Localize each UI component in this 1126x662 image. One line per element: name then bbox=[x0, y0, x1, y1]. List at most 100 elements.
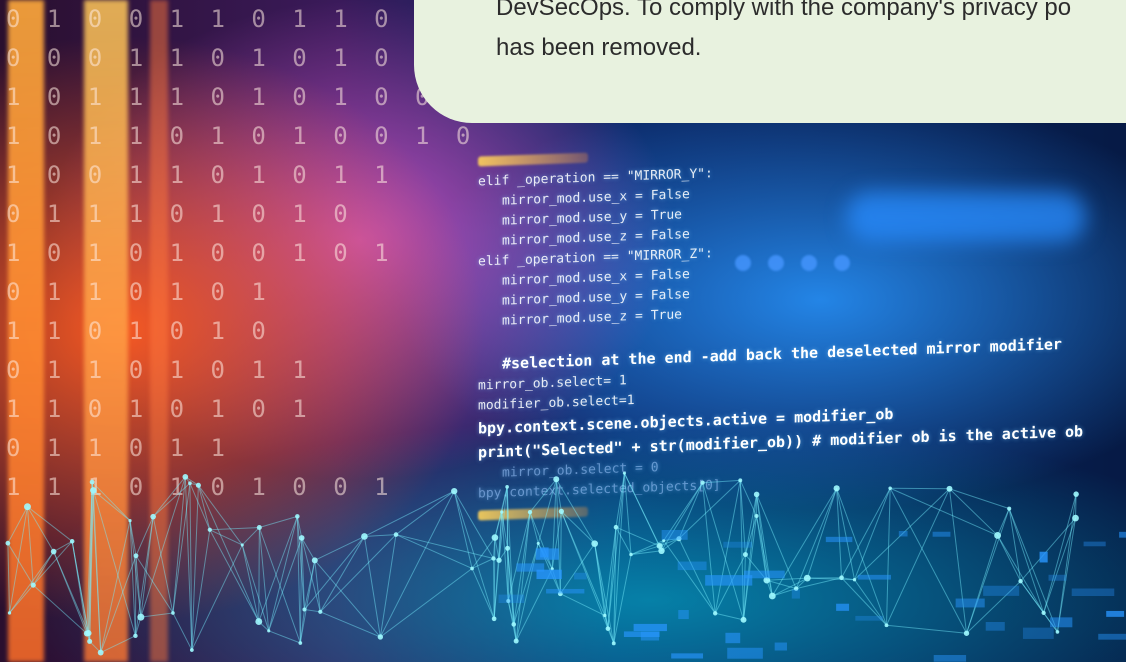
data-block bbox=[1039, 551, 1048, 563]
mesh-line bbox=[471, 568, 495, 619]
mesh-node bbox=[1055, 630, 1060, 634]
mesh-line bbox=[134, 555, 137, 636]
mesh-node bbox=[30, 582, 36, 588]
mesh-node bbox=[605, 626, 611, 631]
binary-row: 1 0 1 1 1 0 1 0 1 0 0 1 1 bbox=[6, 83, 518, 111]
data-block bbox=[661, 530, 688, 540]
data-block bbox=[857, 574, 891, 580]
data-block bbox=[791, 589, 800, 599]
mesh-node bbox=[754, 514, 759, 518]
data-block bbox=[725, 632, 741, 644]
mesh-line bbox=[841, 488, 891, 578]
mesh-node bbox=[712, 611, 718, 616]
mesh-node bbox=[182, 474, 189, 480]
data-block bbox=[1048, 574, 1067, 581]
mesh-node bbox=[302, 607, 307, 612]
light-streak bbox=[846, 192, 1086, 242]
mesh-node bbox=[491, 616, 497, 622]
mesh-node bbox=[207, 527, 212, 532]
mesh-node bbox=[150, 513, 156, 520]
mesh-line bbox=[395, 534, 473, 569]
mesh-line bbox=[766, 577, 808, 581]
mesh-line bbox=[889, 487, 998, 536]
mesh-line bbox=[453, 490, 494, 559]
light-dot bbox=[834, 255, 851, 271]
data-block bbox=[898, 531, 908, 537]
mesh-node bbox=[558, 508, 564, 515]
data-block bbox=[540, 547, 549, 558]
data-block bbox=[723, 541, 753, 548]
mesh-line bbox=[966, 508, 1010, 634]
mesh-node bbox=[500, 510, 504, 514]
light-dots bbox=[735, 255, 895, 285]
mesh-node bbox=[611, 641, 616, 646]
binary-row: 0 0 0 1 1 0 1 0 1 0 0 1 bbox=[6, 44, 477, 72]
mesh-node bbox=[491, 556, 496, 561]
mesh-node bbox=[1007, 506, 1012, 511]
mesh-node bbox=[128, 519, 132, 523]
mesh-line bbox=[702, 479, 741, 484]
mesh-node bbox=[768, 592, 776, 600]
data-block bbox=[546, 588, 585, 594]
mesh-node bbox=[884, 623, 889, 628]
mesh-node bbox=[470, 566, 474, 571]
data-block bbox=[955, 598, 985, 608]
notice-text-line: has been removed. bbox=[496, 34, 702, 61]
data-block bbox=[985, 622, 1005, 631]
mesh-line bbox=[513, 543, 539, 625]
data-block bbox=[1050, 617, 1073, 628]
mesh-node bbox=[97, 649, 104, 656]
mesh-line bbox=[661, 482, 704, 552]
mesh-node bbox=[1072, 514, 1079, 522]
binary-row: 1 0 1 0 1 0 0 1 0 1 bbox=[6, 239, 395, 267]
binary-digits-overlay: 0 1 0 0 1 1 0 1 1 0 1 0 0 0 1 1 0 1 0 1 0… bbox=[0, 0, 518, 520]
mesh-node bbox=[137, 613, 145, 621]
mesh-line bbox=[949, 488, 998, 536]
mesh-line bbox=[1075, 494, 1077, 519]
mesh-node bbox=[700, 480, 705, 485]
mesh-node bbox=[50, 548, 57, 555]
mesh-node bbox=[24, 503, 31, 511]
mesh-line bbox=[364, 534, 397, 537]
light-dot bbox=[768, 255, 785, 271]
mesh-node bbox=[946, 485, 953, 492]
mesh-line bbox=[756, 515, 773, 597]
mesh-node bbox=[1041, 610, 1046, 616]
mesh-node bbox=[133, 633, 138, 639]
hero-banner-image: 0 1 0 0 1 1 0 1 1 0 1 0 0 0 1 1 0 1 0 1 0… bbox=[0, 0, 1126, 662]
mesh-node bbox=[133, 553, 139, 559]
binary-row: 0 1 1 1 0 1 0 1 0 bbox=[6, 200, 354, 228]
data-block bbox=[855, 615, 883, 621]
data-block bbox=[678, 610, 689, 620]
mesh-node bbox=[833, 485, 840, 492]
mesh-line bbox=[241, 527, 260, 546]
data-block bbox=[1106, 610, 1125, 617]
data-block bbox=[1119, 531, 1126, 538]
mesh-node bbox=[511, 622, 517, 627]
data-block bbox=[633, 623, 667, 632]
mesh-node bbox=[740, 616, 747, 623]
mesh-line bbox=[209, 529, 243, 546]
mesh-node bbox=[496, 557, 502, 563]
mesh-node bbox=[1073, 491, 1079, 497]
data-block bbox=[1071, 588, 1115, 597]
data-block bbox=[671, 653, 704, 659]
mesh-line bbox=[948, 488, 968, 634]
mesh-node bbox=[87, 638, 93, 644]
mesh-node bbox=[505, 485, 509, 489]
mesh-node bbox=[505, 545, 510, 551]
mesh-node bbox=[298, 641, 303, 645]
data-block bbox=[933, 655, 967, 662]
mesh-line bbox=[93, 489, 131, 522]
mesh-node bbox=[994, 532, 1002, 539]
mesh-node bbox=[888, 486, 892, 491]
mesh-line bbox=[515, 568, 553, 642]
binary-row: 0 1 0 0 1 1 0 1 1 0 1 bbox=[6, 5, 436, 33]
mesh-line bbox=[53, 551, 89, 634]
data-block bbox=[983, 585, 1020, 596]
network-mesh-graphic bbox=[5, 471, 1126, 662]
mesh-node bbox=[240, 543, 244, 547]
mesh-line bbox=[27, 506, 55, 552]
mesh-node bbox=[256, 524, 262, 531]
mesh-node bbox=[377, 634, 384, 640]
